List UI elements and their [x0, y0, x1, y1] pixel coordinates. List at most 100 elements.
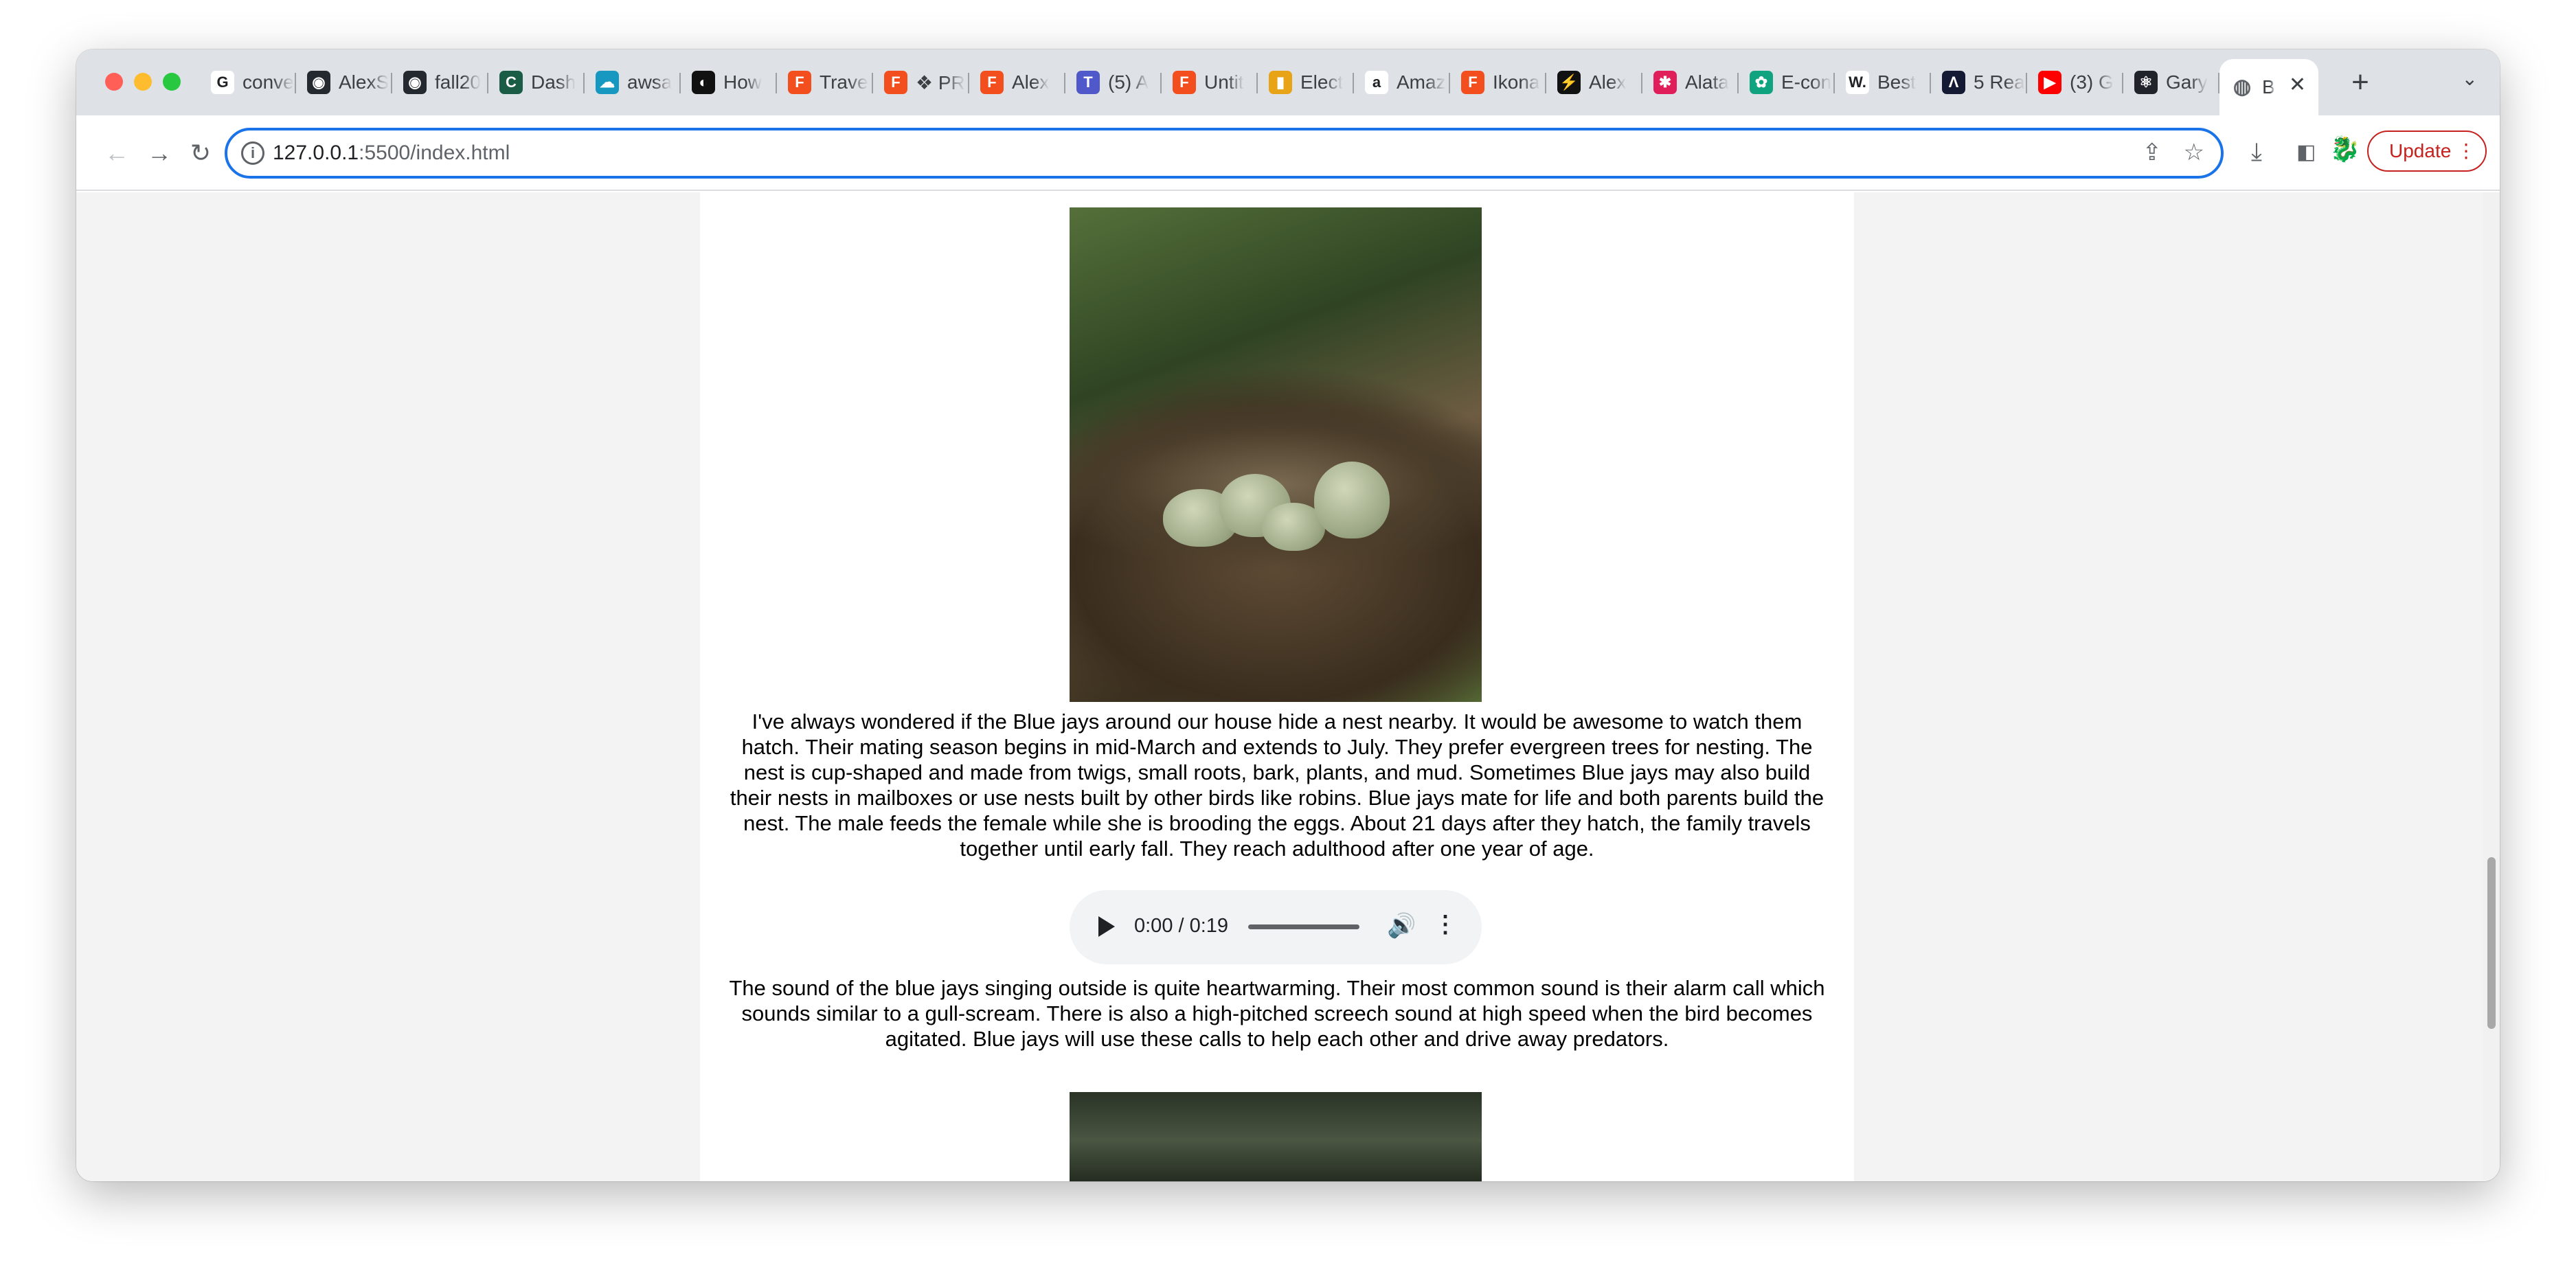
figma-icon: F	[980, 71, 1004, 94]
share-icon[interactable]: ⇪	[2143, 139, 2162, 166]
browser-window: Gconve ◉ AlexS ◉ fall20 C Dash ☁ awsa ◐ How F Trave F…	[76, 49, 2500, 1181]
update-button[interactable]: Update ⋮	[2367, 130, 2487, 172]
tab-label: How	[723, 71, 762, 93]
openai-icon: ✿	[1750, 71, 1773, 94]
page-content: I've always wondered if the Blue jays ar…	[700, 192, 1854, 1181]
close-icon[interactable]: ✕	[2289, 73, 2306, 97]
minimize-window-button[interactable]	[134, 73, 152, 91]
github-icon: ◉	[403, 71, 427, 94]
tab-label: AlexS	[339, 71, 389, 93]
bird-nest-image	[1070, 207, 1482, 702]
amazon-icon: a	[1365, 71, 1388, 94]
toolbar: ← → ↻ i 127.0.0.1:5500/index.html ⇪ ☆ ⤓ …	[76, 115, 2500, 191]
github-icon: ◉	[307, 71, 330, 94]
tab-13[interactable]: a Amaz	[1354, 62, 1450, 103]
download-icon[interactable]: ⤓	[2251, 137, 2262, 167]
play-icon[interactable]	[1098, 916, 1115, 937]
url-path: :5500/index.html	[359, 141, 510, 164]
tab-3[interactable]: ◉ fall20	[392, 62, 488, 103]
tab-label: conve	[242, 71, 294, 93]
tab-strip: Gconve ◉ AlexS ◉ fall20 C Dash ☁ awsa ◐ How F Trave F…	[76, 49, 2500, 115]
audio-time: 0:00 / 0:19	[1134, 915, 1229, 937]
zoom-window-button[interactable]	[163, 73, 181, 91]
tab-label: E-con	[1781, 71, 1832, 93]
figma-icon: F	[788, 71, 811, 94]
tab-label: Elect	[1300, 71, 1344, 93]
tab-label: Alex	[1012, 71, 1050, 93]
tab-4[interactable]: C Dash	[488, 62, 585, 103]
scrollbar-thumb[interactable]	[2487, 857, 2496, 1029]
tab-label: Gary	[2166, 71, 2208, 93]
window-controls	[105, 73, 181, 91]
tab-6[interactable]: ◐ How	[681, 62, 777, 103]
tab-label: (3) G	[2070, 71, 2114, 93]
nesting-paragraph: I've always wondered if the Blue jays ar…	[730, 709, 1824, 861]
side-panel-icon[interactable]: ◧	[2296, 140, 2316, 164]
tab-label: Alex	[1589, 71, 1627, 93]
tab-20[interactable]: ▶ (3) G	[2027, 62, 2123, 103]
tab-14[interactable]: F Ikona	[1450, 62, 1546, 103]
url-text[interactable]: 127.0.0.1:5500/index.html	[273, 141, 510, 165]
scrollbar[interactable]	[2483, 192, 2500, 1181]
tab-label: (5) A	[1108, 71, 1149, 93]
tab-label: Ikona	[1493, 71, 1540, 93]
tab-label: B	[2262, 76, 2275, 98]
tab-active[interactable]: ◍ B ✕	[2219, 59, 2318, 115]
webflow-icon: Λ	[1942, 71, 1965, 94]
youtube-icon: ▶	[2038, 71, 2061, 94]
new-tab-button[interactable]: +	[2336, 62, 2384, 103]
close-window-button[interactable]	[105, 73, 123, 91]
tab-2[interactable]: ◉ AlexS	[296, 62, 392, 103]
react-icon: ⚛	[2134, 71, 2158, 94]
tab-18[interactable]: W. Best	[1835, 62, 1931, 103]
slack-icon: ✱	[1653, 71, 1677, 94]
tab-label: Untit	[1204, 71, 1244, 93]
tab-16[interactable]: ✱ Alata	[1642, 62, 1739, 103]
tab-label: Trave	[820, 71, 868, 93]
audio-progress-slider[interactable]	[1248, 924, 1359, 929]
back-button[interactable]: ←	[100, 136, 134, 170]
tab-label: awsa	[627, 71, 673, 93]
codesignal-icon: C	[499, 71, 523, 94]
more-menu-icon[interactable]: ⋮	[2456, 132, 2476, 170]
tabs: Gconve ◉ AlexS ◉ fall20 C Dash ☁ awsa ◐ How F Trave F…	[200, 49, 2500, 115]
audio-more-icon[interactable]: ⋮	[1434, 911, 1457, 938]
tab-11[interactable]: F Untit	[1162, 62, 1258, 103]
medium-icon: ◐	[692, 71, 715, 94]
tab-5[interactable]: ☁ awsa	[585, 62, 681, 103]
tab-8[interactable]: F ❖ PR	[873, 62, 969, 103]
teams-icon: T	[1076, 71, 1100, 94]
url-host: 127.0.0.1	[273, 141, 359, 164]
tab-12[interactable]: ▮ Elect	[1258, 62, 1354, 103]
forward-button[interactable]: →	[142, 136, 177, 170]
framer-icon: ⚡	[1557, 71, 1581, 94]
tab-label: fall20	[435, 71, 481, 93]
tab-label: Dash	[531, 71, 576, 93]
audio-player[interactable]: 0:00 / 0:19 🔊 ⋮	[1070, 890, 1482, 964]
tab-15[interactable]: ⚡ Alex	[1546, 62, 1642, 103]
salesforce-icon: ☁	[596, 71, 619, 94]
page-viewport[interactable]: I've always wondered if the Blue jays ar…	[76, 192, 2500, 1181]
tab-label: Alata	[1685, 71, 1729, 93]
figma-icon: F	[884, 71, 907, 94]
google-icon: G	[211, 71, 234, 94]
tab-19[interactable]: Λ 5 Rea	[1931, 62, 2027, 103]
tab-search-button[interactable]: ⌄	[2462, 67, 2478, 90]
tab-label: ❖ PR	[916, 71, 965, 93]
volume-icon[interactable]: 🔊	[1387, 912, 1416, 940]
tab-1[interactable]: Gconve	[200, 62, 296, 103]
tab-9[interactable]: F Alex	[969, 62, 1065, 103]
extension-icon[interactable]: 🐉	[2329, 135, 2360, 163]
address-bar[interactable]: i 127.0.0.1:5500/index.html ⇪ ☆	[225, 128, 2224, 179]
figma-icon: F	[1461, 71, 1484, 94]
site-info-icon[interactable]: i	[241, 141, 264, 165]
tab-10[interactable]: T (5) A	[1065, 62, 1162, 103]
egg-shape	[1314, 462, 1390, 538]
bookmark-star-icon[interactable]: ☆	[2184, 139, 2204, 166]
tab-7[interactable]: F Trave	[777, 62, 873, 103]
shop-icon: ▮	[1269, 71, 1292, 94]
tab-17[interactable]: ✿ E-con	[1739, 62, 1835, 103]
tab-label: Amaz	[1397, 71, 1446, 93]
tab-21[interactable]: ⚛ Gary	[2123, 62, 2219, 103]
reload-button[interactable]: ↻	[183, 136, 218, 170]
